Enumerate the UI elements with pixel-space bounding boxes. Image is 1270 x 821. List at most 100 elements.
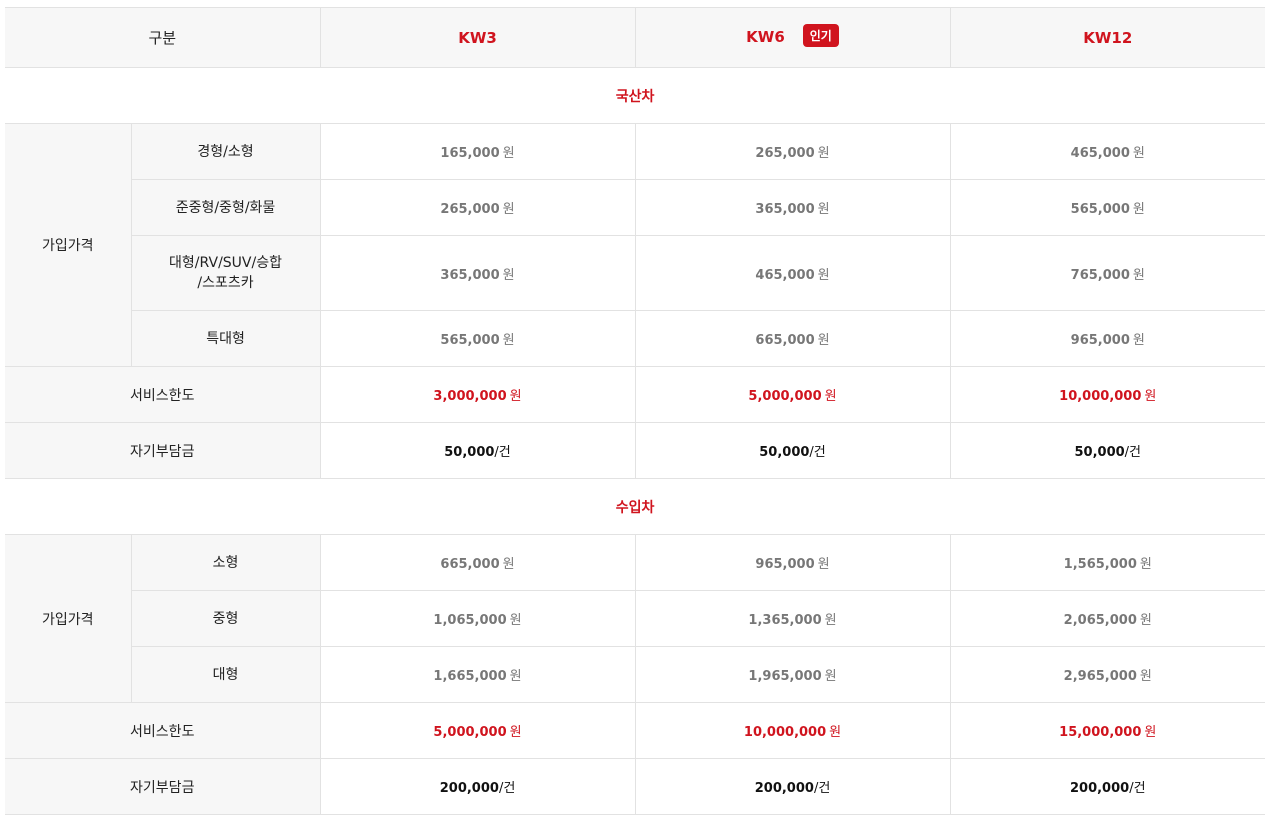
limit-value: 10,000,000 bbox=[1059, 389, 1142, 404]
price-cell: 1,565,000 원 bbox=[949, 534, 1266, 591]
section-title-imported: 수입차 bbox=[5, 478, 1266, 535]
deductible-value: 50,000 bbox=[444, 445, 495, 460]
service-limit-label: 서비스한도 bbox=[5, 702, 321, 759]
price-value: 565,000 bbox=[440, 333, 500, 348]
limit-cell: 10,000,000 원 bbox=[949, 366, 1266, 423]
price-unit: 원 bbox=[817, 557, 830, 572]
header-plan-kw6: KW6 인기 bbox=[634, 7, 951, 68]
table-row: 대형 1,665,000 원 1,965,000 원 2,965,000 원 bbox=[5, 646, 1266, 703]
table-row: 가입가격 경형/소형 165,000 원 265,000 원 465,000 원 bbox=[5, 123, 1266, 367]
price-cell: 165,000 원 bbox=[319, 123, 636, 180]
car-class-label-line1: 대형/RV/SUV/승합 bbox=[169, 255, 282, 271]
price-group-label: 가입가격 bbox=[5, 123, 131, 367]
deductible-cell: 200,000/건 bbox=[634, 758, 951, 815]
price-cell: 1,665,000 원 bbox=[319, 646, 636, 703]
deductible-label: 자기부담금 bbox=[5, 422, 321, 479]
limit-unit: 원 bbox=[509, 725, 522, 740]
price-unit: 원 bbox=[824, 613, 837, 628]
price-value: 965,000 bbox=[1070, 333, 1130, 348]
header-plan-kw12: KW12 bbox=[949, 7, 1266, 68]
price-value: 165,000 bbox=[440, 146, 500, 161]
price-cell: 465,000 원 bbox=[949, 123, 1266, 180]
price-cell: 265,000 원 bbox=[634, 123, 951, 180]
limit-value: 5,000,000 bbox=[433, 725, 507, 740]
price-value: 365,000 bbox=[440, 267, 500, 283]
limit-value: 10,000,000 bbox=[743, 725, 827, 740]
section-title-row: 국산차 bbox=[5, 67, 1266, 124]
price-unit: 원 bbox=[502, 267, 515, 283]
price-value: 365,000 bbox=[755, 202, 815, 217]
price-cell: 365,000 원 bbox=[634, 179, 951, 236]
section-title-domestic: 국산차 bbox=[5, 67, 1266, 124]
price-value: 2,065,000 bbox=[1063, 613, 1137, 628]
table-row: 중형 1,065,000 원 1,365,000 원 2,065,000 원 bbox=[5, 590, 1266, 647]
price-value: 1,665,000 bbox=[433, 669, 507, 684]
deductible-value: 200,000 bbox=[439, 781, 499, 796]
price-unit: 원 bbox=[1132, 202, 1145, 217]
car-class-label: 대형/RV/SUV/승합/스포츠카 bbox=[130, 235, 321, 311]
deductible-cell: 200,000/건 bbox=[319, 758, 636, 815]
price-value: 665,000 bbox=[440, 557, 500, 572]
price-cell: 665,000 원 bbox=[634, 310, 951, 367]
service-limit-label: 서비스한도 bbox=[5, 366, 321, 423]
table-row: 가입가격 소형 665,000 원 965,000 원 1,565,000 원 bbox=[5, 534, 1266, 703]
price-cell: 1,965,000 원 bbox=[634, 646, 951, 703]
price-value: 965,000 bbox=[755, 557, 815, 572]
price-unit: 원 bbox=[1132, 146, 1145, 161]
limit-value: 5,000,000 bbox=[748, 389, 822, 404]
deductible-cell: 50,000/건 bbox=[319, 422, 636, 479]
price-value: 465,000 bbox=[755, 267, 815, 283]
limit-unit: 원 bbox=[1144, 389, 1157, 404]
car-class-label: 준중형/중형/화물 bbox=[130, 179, 321, 236]
table-row: 준중형/중형/화물 265,000 원 365,000 원 565,000 원 bbox=[5, 179, 1266, 236]
price-cell: 2,965,000 원 bbox=[949, 646, 1266, 703]
price-unit: 원 bbox=[817, 267, 830, 283]
price-value: 665,000 bbox=[755, 333, 815, 348]
price-unit: 원 bbox=[1132, 267, 1145, 283]
price-value: 1,965,000 bbox=[748, 669, 822, 684]
deductible-value: 50,000 bbox=[759, 445, 810, 460]
price-unit: 원 bbox=[817, 202, 830, 217]
price-value: 1,365,000 bbox=[748, 613, 822, 628]
limit-value: 3,000,000 bbox=[433, 389, 507, 404]
deductible-unit: /건 bbox=[809, 445, 826, 460]
limit-cell: 5,000,000 원 bbox=[634, 366, 951, 423]
price-cell: 565,000 원 bbox=[949, 179, 1266, 236]
price-unit: 원 bbox=[1139, 669, 1152, 684]
price-value: 465,000 bbox=[1070, 146, 1130, 161]
price-value: 765,000 bbox=[1070, 267, 1130, 283]
car-class-label: 특대형 bbox=[130, 310, 321, 367]
deductible-row: 자기부담금 50,000/건 50,000/건 50,000/건 bbox=[5, 422, 1266, 479]
plan-name: KW3 bbox=[458, 28, 497, 47]
deductible-value: 200,000 bbox=[754, 781, 814, 796]
deductible-label: 자기부담금 bbox=[5, 758, 321, 815]
price-value: 1,065,000 bbox=[433, 613, 507, 628]
price-cell: 965,000 원 bbox=[634, 534, 951, 591]
price-unit: 원 bbox=[509, 669, 522, 684]
deductible-unit: /건 bbox=[1129, 781, 1146, 796]
price-unit: 원 bbox=[1139, 557, 1152, 572]
price-unit: 원 bbox=[817, 146, 830, 161]
price-unit: 원 bbox=[509, 613, 522, 628]
price-cell: 565,000 원 bbox=[319, 310, 636, 367]
price-cell: 365,000 원 bbox=[319, 235, 636, 311]
car-class-label-line2: /스포츠카 bbox=[197, 275, 254, 291]
price-cell: 1,065,000 원 bbox=[319, 590, 636, 647]
limit-cell: 15,000,000 원 bbox=[949, 702, 1266, 759]
price-unit: 원 bbox=[502, 146, 515, 161]
price-unit: 원 bbox=[1139, 613, 1152, 628]
price-unit: 원 bbox=[502, 202, 515, 217]
price-group-label: 가입가격 bbox=[5, 534, 131, 703]
price-value: 2,965,000 bbox=[1063, 669, 1137, 684]
table-row: 특대형 565,000 원 665,000 원 965,000 원 bbox=[5, 310, 1266, 367]
deductible-unit: /건 bbox=[813, 781, 831, 796]
car-class-label: 경형/소형 bbox=[130, 123, 321, 180]
price-value: 265,000 bbox=[440, 202, 500, 217]
header-category: 구분 bbox=[5, 7, 321, 68]
price-unit: 원 bbox=[824, 669, 837, 684]
plan-name: KW12 bbox=[1083, 28, 1133, 47]
deductible-value: 200,000 bbox=[1069, 781, 1130, 796]
plan-name: KW6 bbox=[746, 28, 785, 46]
deductible-unit: /건 bbox=[1124, 445, 1142, 460]
price-unit: 원 bbox=[502, 333, 515, 348]
